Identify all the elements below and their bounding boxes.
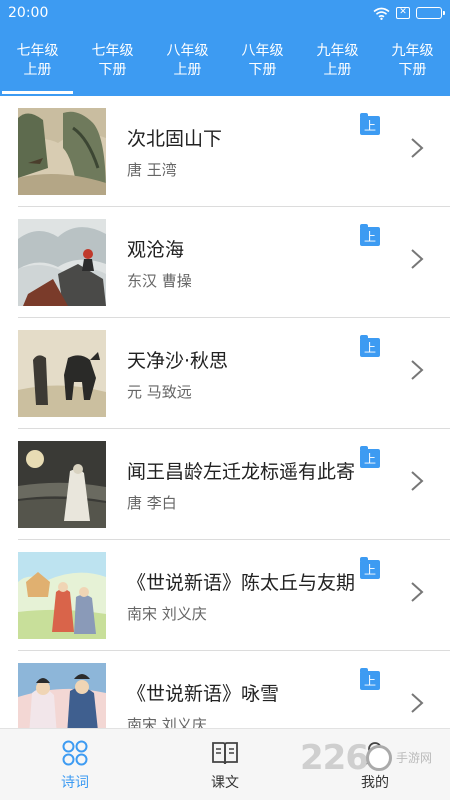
tab-label-grade: 九年级	[391, 43, 434, 59]
list-item[interactable]: 观沧海 东汉 曹操 上	[18, 207, 450, 318]
nav-label: 诗词	[61, 775, 89, 791]
poem-thumbnail	[18, 441, 106, 528]
tab-label-grade: 七年级	[16, 43, 59, 59]
battery-icon	[416, 7, 445, 19]
chevron-right-icon	[411, 138, 424, 158]
poem-author: 唐 王湾	[127, 161, 177, 179]
no-sim-icon: ✕	[396, 7, 410, 19]
tab-grade8-vol2[interactable]: 八年级 下册	[225, 26, 300, 96]
nav-poems[interactable]: 诗词	[0, 729, 150, 800]
poem-author: 南宋 刘义庆	[127, 716, 207, 728]
tab-grade9-vol2[interactable]: 九年级 下册	[375, 26, 450, 96]
nav-label: 课文	[211, 775, 239, 791]
poem-thumbnail	[18, 330, 106, 417]
tab-label-grade: 九年级	[316, 43, 359, 59]
tab-grade7-vol1[interactable]: 七年级 上册	[0, 26, 75, 96]
poem-author: 东汉 曹操	[127, 272, 192, 290]
tab-grade9-vol1[interactable]: 九年级 上册	[300, 26, 375, 96]
poem-title: 天净沙·秋思	[127, 350, 229, 372]
poem-title: 《世说新语》陈太丘与友期	[127, 572, 356, 594]
volume-badge: 上	[360, 557, 380, 579]
tab-label-volume: 上册	[23, 62, 52, 78]
poem-title: 《世说新语》咏雪	[127, 683, 280, 705]
volume-badge: 上	[360, 224, 380, 246]
status-time: 20:00	[8, 5, 49, 21]
person-icon	[364, 742, 386, 766]
poem-thumbnail	[18, 663, 106, 728]
tab-label-volume: 下册	[248, 62, 277, 78]
list-item[interactable]: 《世说新语》咏雪 南宋 刘义庆 上	[18, 651, 450, 728]
list-item[interactable]: 次北固山下 唐 王湾 上	[18, 96, 450, 207]
tab-label-grade: 八年级	[241, 43, 284, 59]
tab-label-grade: 七年级	[91, 43, 134, 59]
header: 20:00 ✕ 七年级 上册 七年级 下册 八年级 上册 八年级 下册 九年级 …	[0, 0, 450, 96]
tab-label-volume: 下册	[98, 62, 127, 78]
poem-title: 观沧海	[127, 239, 185, 261]
tab-label-volume: 上册	[173, 62, 202, 78]
chevron-right-icon	[411, 693, 424, 713]
status-icons: ✕	[373, 7, 445, 20]
poem-author: 南宋 刘义庆	[127, 605, 207, 623]
chevron-right-icon	[411, 471, 424, 491]
list-item[interactable]: 闻王昌龄左迁龙标遥有此寄 唐 李白 上	[18, 429, 450, 540]
list-item[interactable]: 天净沙·秋思 元 马致远 上	[18, 318, 450, 429]
poem-thumbnail	[18, 108, 106, 195]
poem-thumbnail	[18, 552, 106, 639]
grid-icon	[62, 740, 88, 766]
volume-badge: 上	[360, 668, 380, 690]
wifi-icon	[373, 7, 390, 20]
nav-label: 我的	[361, 775, 389, 791]
nav-profile[interactable]: 我的	[300, 729, 450, 800]
book-icon	[212, 742, 238, 765]
poem-title: 次北固山下	[127, 128, 223, 150]
tab-label-volume: 下册	[398, 62, 427, 78]
poem-list: 次北固山下 唐 王湾 上 观沧海 东汉 曹操 上 天净沙·秋思 元 马致远 上 …	[0, 96, 450, 728]
poem-title: 闻王昌龄左迁龙标遥有此寄	[127, 461, 356, 483]
poem-author: 元 马致远	[127, 383, 192, 401]
bottom-nav: 诗词 课文 我的	[0, 728, 450, 800]
nav-texts[interactable]: 课文	[150, 729, 300, 800]
poem-thumbnail	[18, 219, 106, 306]
tab-grade7-vol2[interactable]: 七年级 下册	[75, 26, 150, 96]
poem-author: 唐 李白	[127, 494, 177, 512]
volume-badge: 上	[360, 335, 380, 357]
tab-grade8-vol1[interactable]: 八年级 上册	[150, 26, 225, 96]
tab-label-volume: 上册	[323, 62, 352, 78]
list-item[interactable]: 《世说新语》陈太丘与友期 南宋 刘义庆 上	[18, 540, 450, 651]
grade-tabs: 七年级 上册 七年级 下册 八年级 上册 八年级 下册 九年级 上册 九年级 下…	[0, 26, 450, 96]
chevron-right-icon	[411, 360, 424, 380]
status-bar: 20:00 ✕	[0, 0, 450, 26]
chevron-right-icon	[411, 582, 424, 602]
tab-label-grade: 八年级	[166, 43, 209, 59]
chevron-right-icon	[411, 249, 424, 269]
volume-badge: 上	[360, 113, 380, 135]
volume-badge: 上	[360, 446, 380, 468]
